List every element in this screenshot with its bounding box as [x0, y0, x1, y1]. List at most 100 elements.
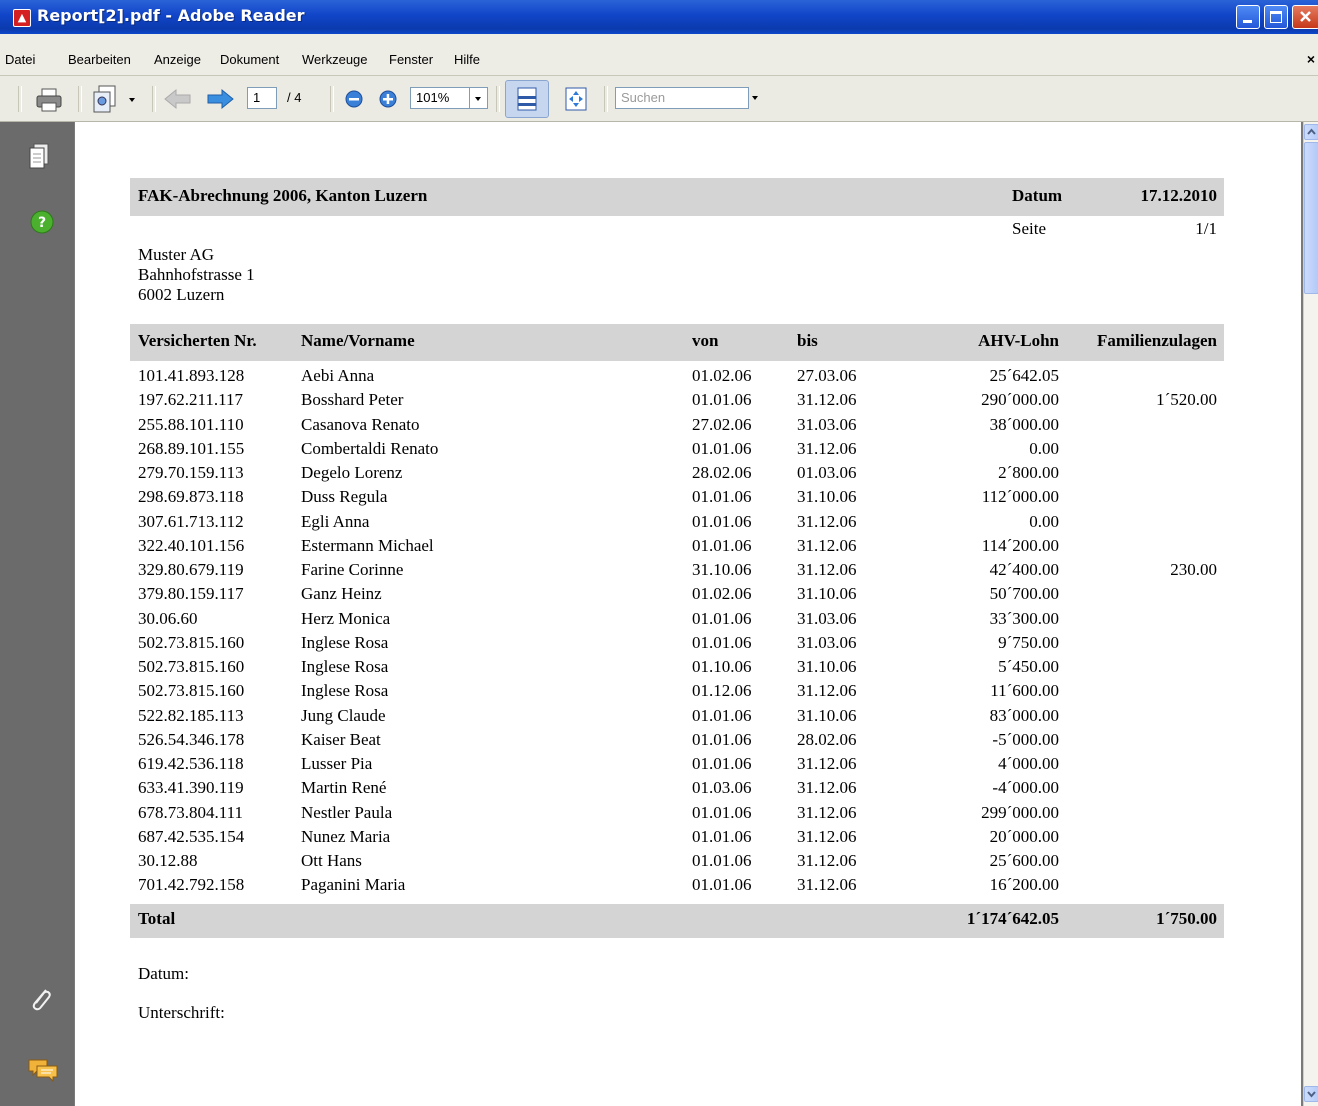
- menu-anzeige[interactable]: Anzeige: [154, 52, 201, 67]
- table-row: 30.12.88 Ott Hans 01.01.06 31.12.06 25´600.0…: [75, 851, 1301, 875]
- pages-icon[interactable]: [28, 142, 50, 176]
- table-header-band: [130, 324, 1224, 361]
- table-row: 678.73.804.111 Nestler Paula 01.01.06 31.12…: [75, 803, 1301, 827]
- address-line: 6002 Luzern: [138, 285, 225, 304]
- table-row: 633.41.390.119 Martin René 01.03.06 31.12.0…: [75, 778, 1301, 802]
- chevron-down-icon[interactable]: [752, 96, 758, 100]
- menu-fenster[interactable]: Fenster: [389, 52, 433, 67]
- cell-familienzulagen: 230.00: [1170, 560, 1217, 579]
- signature-label: Unterschrift:: [138, 1003, 225, 1022]
- zoom-out-icon[interactable]: [344, 89, 364, 113]
- total-familienzulagen: 1´750.00: [1156, 909, 1217, 928]
- vertical-scrollbar[interactable]: [1303, 122, 1318, 1106]
- zoom-dropdown-button[interactable]: [470, 87, 488, 109]
- menu-werkzeuge[interactable]: Werkzeuge: [302, 52, 368, 67]
- cell-name: Estermann Michael: [301, 535, 434, 555]
- menu-bearbeiten[interactable]: Bearbeiten: [68, 52, 131, 67]
- chevron-down-icon[interactable]: [129, 98, 135, 102]
- cell-name: Paganini Maria: [301, 875, 406, 895]
- svg-text:?: ?: [38, 215, 46, 231]
- cell-name: Combertaldi Renato: [301, 438, 439, 458]
- cell-versicherten-nr: 298.69.873.118: [138, 487, 244, 507]
- cell-bis: 31.12.06: [797, 802, 857, 822]
- cell-von: 01.02.06: [692, 584, 752, 604]
- cell-ahv-lohn: 38´000.00: [989, 414, 1059, 434]
- cell-von: 28.02.06: [692, 463, 752, 482]
- close-button[interactable]: [1292, 5, 1318, 29]
- table-row: 687.42.535.154 Nunez Maria 01.01.06 31.12.0…: [75, 827, 1301, 851]
- page-display-icon[interactable]: [90, 84, 118, 118]
- comments-icon[interactable]: [27, 1057, 59, 1087]
- window-title: Report[2].pdf - Adobe Reader: [37, 6, 305, 25]
- cell-ahv-lohn: 33´300.00: [989, 608, 1059, 628]
- toolbar-separator: [78, 86, 82, 112]
- table-row: 701.42.792.158 Paganini Maria 01.01.06 31.1…: [75, 875, 1301, 899]
- cell-name: Ott Hans: [301, 851, 362, 870]
- close-document-icon[interactable]: ×: [1307, 51, 1315, 67]
- cell-versicherten-nr: 329.80.679.119: [138, 560, 244, 579]
- cell-bis: 28.02.06: [797, 729, 857, 749]
- column-header-bis: bis: [797, 331, 818, 350]
- cell-von: 01.01.06: [692, 390, 752, 410]
- table-row: 502.73.815.160 Inglese Rosa 01.10.06 31.10.…: [75, 657, 1301, 681]
- cell-ahv-lohn: 0.00: [1029, 438, 1059, 458]
- cell-bis: 31.12.06: [797, 560, 857, 579]
- cell-bis: 01.03.06: [797, 463, 857, 482]
- cell-name: Lusser Pia: [301, 754, 373, 773]
- cell-bis: 31.12.06: [797, 535, 857, 555]
- cell-von: 31.10.06: [692, 560, 752, 579]
- help-icon[interactable]: ?: [29, 209, 55, 239]
- cell-ahv-lohn: 114´200.00: [981, 535, 1059, 555]
- cell-ahv-lohn: 16´200.00: [989, 875, 1059, 895]
- menu-datei[interactable]: Datei: [5, 52, 35, 67]
- column-header-versicherten-nr: Versicherten Nr.: [138, 331, 257, 350]
- zoom-level-field[interactable]: 101%: [410, 87, 470, 109]
- cell-ahv-lohn: 2´800.00: [998, 463, 1059, 482]
- cell-von: 27.02.06: [692, 414, 752, 434]
- cell-name: Nestler Paula: [301, 802, 393, 822]
- cell-name: Egli Anna: [301, 511, 370, 531]
- cell-versicherten-nr: 379.80.159.117: [138, 584, 244, 604]
- column-header-ahv-lohn: AHV-Lohn: [978, 331, 1059, 350]
- pdf-page: FAK-Abrechnung 2006, Kanton Luzern Datum…: [75, 122, 1301, 1106]
- cell-bis: 31.12.06: [797, 851, 857, 870]
- cell-bis: 31.10.06: [797, 487, 857, 507]
- scroll-down-button[interactable]: [1304, 1086, 1318, 1102]
- signature-date-label: Datum:: [138, 964, 189, 983]
- cell-von: 01.01.06: [692, 851, 752, 870]
- previous-page-icon[interactable]: [163, 88, 193, 114]
- menu-dokument[interactable]: Dokument: [220, 52, 279, 67]
- maximize-button[interactable]: [1264, 5, 1288, 29]
- cell-name: Aebi Anna: [301, 366, 375, 385]
- scroll-up-button[interactable]: [1304, 124, 1318, 140]
- attachments-icon[interactable]: [27, 985, 55, 1019]
- cell-bis: 31.10.06: [797, 705, 857, 725]
- scrollbar-thumb[interactable]: [1304, 142, 1318, 294]
- cell-name: Duss Regula: [301, 487, 388, 507]
- cell-name: Jung Claude: [301, 705, 386, 725]
- minimize-button[interactable]: [1236, 5, 1260, 29]
- single-page-button[interactable]: [505, 80, 549, 118]
- cell-bis: 31.12.06: [797, 438, 857, 458]
- cell-bis: 31.03.06: [797, 608, 857, 628]
- toolbar: 1 / 4 101% Suchen: [0, 76, 1318, 122]
- cell-versicherten-nr: 502.73.815.160: [138, 681, 245, 701]
- print-icon[interactable]: [34, 86, 64, 118]
- menu-hilfe[interactable]: Hilfe: [454, 52, 480, 67]
- cell-bis: 31.03.06: [797, 414, 857, 434]
- cell-ahv-lohn: 11´600.00: [990, 681, 1059, 701]
- next-page-icon[interactable]: [205, 88, 235, 114]
- zoom-in-icon[interactable]: [378, 89, 398, 113]
- cell-von: 01.01.06: [692, 729, 752, 749]
- cell-von: 01.01.06: [692, 875, 752, 895]
- search-input[interactable]: Suchen: [615, 87, 749, 109]
- cell-von: 01.01.06: [692, 438, 752, 458]
- page-number-input[interactable]: 1: [247, 87, 277, 109]
- cell-versicherten-nr: 687.42.535.154: [138, 826, 245, 846]
- cell-versicherten-nr: 526.54.346.178: [138, 729, 245, 749]
- fit-page-icon[interactable]: [562, 85, 590, 117]
- cell-ahv-lohn: 50´700.00: [989, 584, 1059, 604]
- cell-bis: 31.12.06: [797, 826, 857, 846]
- seite-label: Seite: [1012, 219, 1046, 238]
- cell-name: Inglese Rosa: [301, 657, 389, 676]
